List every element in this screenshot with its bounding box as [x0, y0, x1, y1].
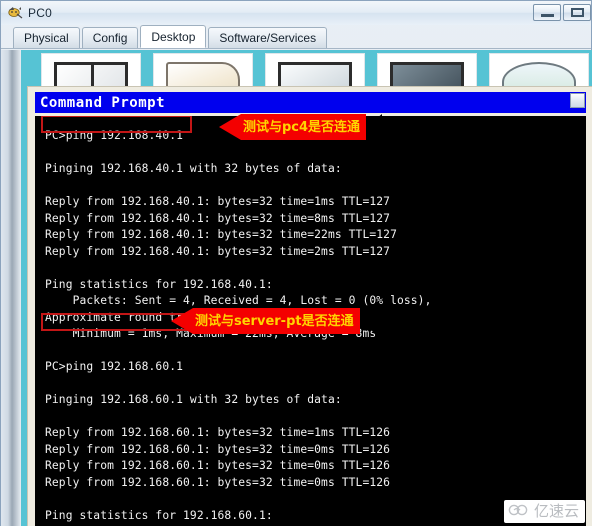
command-prompt-close-button[interactable] [570, 93, 585, 108]
tab-physical[interactable]: Physical [13, 27, 80, 48]
annotation-ribbon: 测试与server-pt是否连通 [193, 308, 360, 334]
pc0-window: PC0 Physical Config Desktop Software/Ser… [0, 0, 592, 526]
tab-bar: Physical Config Desktop Software/Service… [1, 25, 591, 49]
command-prompt-title: Command Prompt [40, 94, 166, 111]
watermark-logo-icon [508, 503, 530, 520]
screenshot-root: PC0 Physical Config Desktop Software/Ser… [0, 0, 592, 526]
annotation-ping-pc4: 测试与pc4是否连通 [219, 114, 383, 140]
arrow-left-icon [219, 114, 241, 140]
tab-software-services[interactable]: Software/Services [208, 27, 328, 48]
annotation-ping-server-pt: 测试与server-pt是否连通 [171, 308, 376, 334]
window-title: PC0 [28, 6, 52, 20]
command-prompt-window: Command Prompt PC>ping 192.168.40.1 Ping… [27, 86, 592, 526]
watermark: 亿速云 [503, 500, 585, 523]
minimize-button[interactable] [533, 4, 561, 21]
arrow-left-icon [171, 308, 193, 334]
window-titlebar: PC0 [1, 1, 591, 25]
maximize-button[interactable] [563, 4, 591, 21]
annotation-text: 测试与server-pt是否连通 [195, 313, 354, 329]
window-controls [533, 4, 591, 21]
ribbon-notch-icon [359, 308, 376, 334]
tab-desktop[interactable]: Desktop [140, 25, 207, 48]
annotation-text: 测试与pc4是否连通 [243, 119, 361, 135]
ribbon-notch-icon [366, 114, 383, 140]
device-icon [7, 5, 23, 21]
watermark-text: 亿速云 [533, 502, 579, 520]
annotation-ribbon: 测试与pc4是否连通 [241, 114, 367, 140]
command-prompt-titlebar: Command Prompt [35, 92, 586, 113]
window-left-edge [1, 50, 21, 526]
tab-config[interactable]: Config [81, 27, 139, 48]
